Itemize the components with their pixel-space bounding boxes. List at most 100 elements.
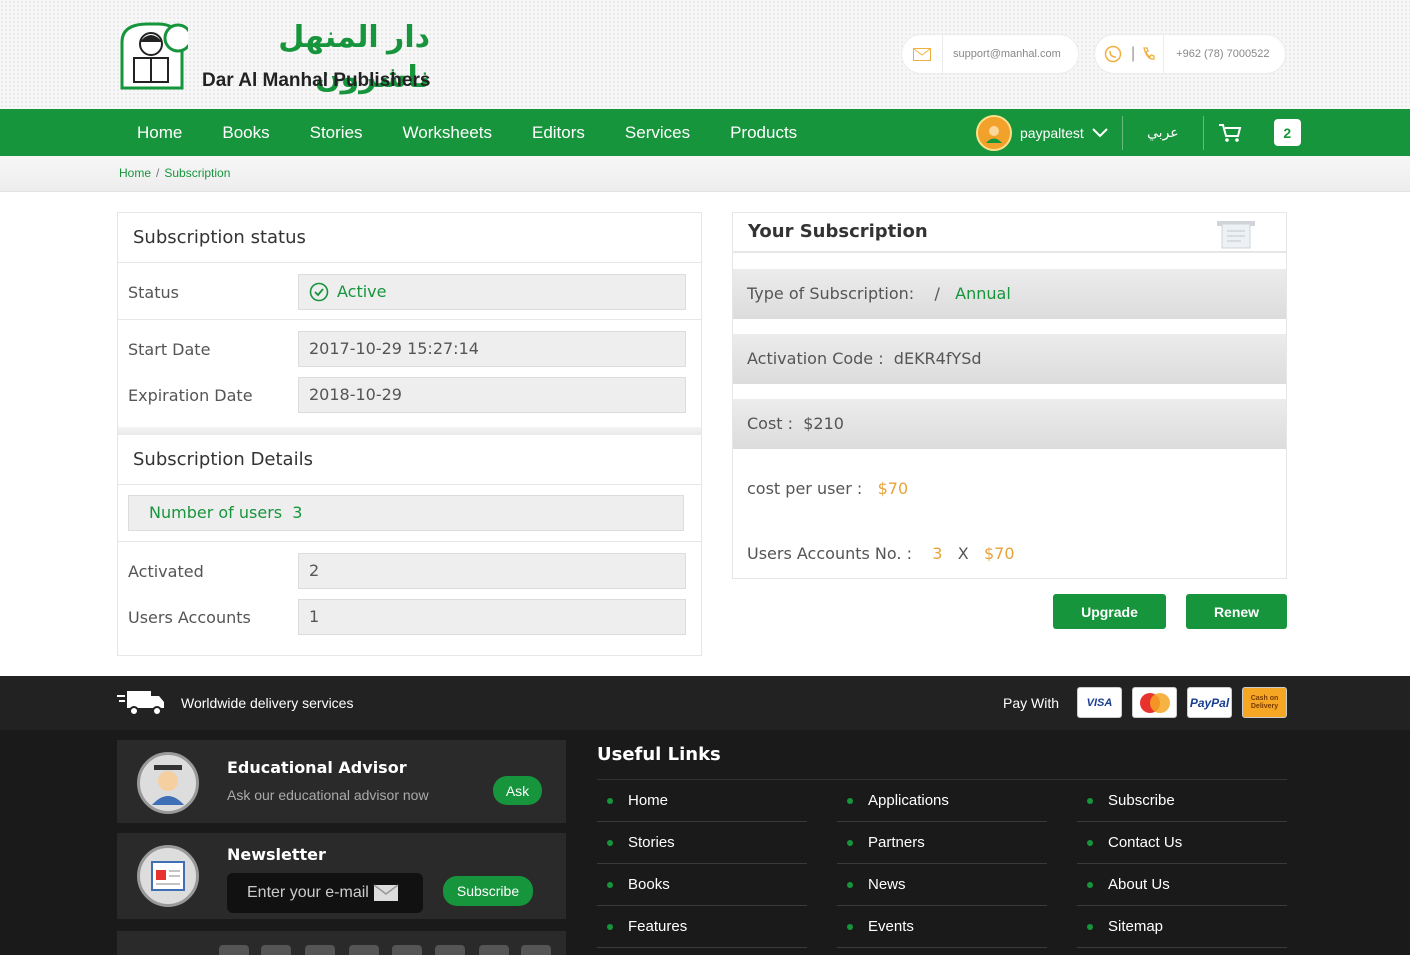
number-of-users-box: Number of users 3 <box>128 495 684 531</box>
footer-link-events[interactable]: Events <box>837 906 1047 948</box>
envelope-icon <box>373 884 399 901</box>
nav-home[interactable]: Home <box>117 109 202 156</box>
subscription-type-value: Annual <box>955 284 1011 303</box>
start-date-field: 2017-10-29 15:27:14 <box>298 331 686 367</box>
educational-advisor-title: Educational Advisor <box>227 758 407 777</box>
main-nav: Home Books Stories Worksheets Editors Se… <box>0 109 1410 156</box>
site-header: دار المنهل ناشرون Dar Al Manhal Publishe… <box>0 0 1410 109</box>
visa-card-icon: VISA <box>1077 687 1122 718</box>
footer-link-about-us[interactable]: About Us <box>1077 864 1287 906</box>
your-subscription-panel: Your Subscription Type of Subscription: … <box>732 212 1287 579</box>
delivery-text: Worldwide delivery services <box>181 695 354 711</box>
instagram-icon[interactable] <box>435 945 465 955</box>
pinterest-icon[interactable] <box>392 945 422 955</box>
breadcrumb-home[interactable]: Home <box>119 166 151 180</box>
nav-editors[interactable]: Editors <box>512 109 605 156</box>
footer-link-subscribe[interactable]: Subscribe <box>1077 780 1287 822</box>
user-accounts-count-row: Users Accounts No. : 3 X $70 <box>733 529 1286 579</box>
footer-link-home[interactable]: Home <box>597 780 807 822</box>
footer-strip: Worldwide delivery services Pay With VIS… <box>0 676 1410 730</box>
footer-link-applications[interactable]: Applications <box>837 780 1047 822</box>
cart-icon[interactable] <box>1204 123 1256 143</box>
user-accounts-count-label: Users Accounts No. : <box>747 544 912 563</box>
your-subscription-title: Your Subscription <box>748 221 928 242</box>
newspaper-icon <box>137 845 199 907</box>
activated-label: Activated <box>128 562 204 581</box>
linkedin-icon[interactable] <box>305 945 335 955</box>
whatsapp-icon[interactable] <box>1095 45 1131 63</box>
delivery-truck-icon <box>117 691 164 716</box>
check-circle-icon <box>309 282 329 302</box>
breadcrumb-current: Subscription <box>164 166 231 180</box>
pay-with-text: Pay With <box>1003 695 1060 711</box>
cart-count-badge[interactable]: 2 <box>1273 119 1301 146</box>
number-of-users-label: Number of users <box>149 503 283 522</box>
cost-per-user-value: $70 <box>877 479 909 498</box>
activated-field: 2 <box>298 553 686 589</box>
nav-services[interactable]: Services <box>605 109 710 156</box>
cost-value: $210 <box>803 414 844 433</box>
rss-icon[interactable] <box>521 945 551 955</box>
subscription-status-title: Subscription status <box>118 213 701 263</box>
educational-advisor-box: Educational Advisor Ask our educational … <box>117 740 566 823</box>
nav-worksheets[interactable]: Worksheets <box>383 109 512 156</box>
newsletter-box: Newsletter Enter your e-mail Subscribe <box>117 833 566 919</box>
footer-link-sitemap[interactable]: Sitemap <box>1077 906 1287 948</box>
facebook-icon[interactable] <box>219 945 249 955</box>
google-plus-icon[interactable] <box>349 945 379 955</box>
status-label: Status <box>128 283 179 302</box>
phone-text[interactable]: +962 (78) 7000522 <box>1176 48 1269 60</box>
section-divider <box>118 427 701 435</box>
avatar[interactable] <box>976 114 1012 151</box>
mastercard-icon <box>1132 687 1177 718</box>
newsletter-title: Newsletter <box>227 845 326 864</box>
cost-per-user-label: cost per user : <box>747 479 863 498</box>
expiration-date-label: Expiration Date <box>128 386 253 405</box>
footer-link-contact-us[interactable]: Contact Us <box>1077 822 1287 864</box>
footer-link-books[interactable]: Books <box>597 864 807 906</box>
footer-link-news[interactable]: News <box>837 864 1047 906</box>
footer-link-partners[interactable]: Partners <box>837 822 1047 864</box>
upgrade-button[interactable]: Upgrade <box>1053 594 1166 629</box>
language-switch[interactable]: عربي <box>1123 124 1203 141</box>
email-contact[interactable]: support@manhal.com <box>901 34 1079 74</box>
graduate-icon <box>137 752 199 814</box>
subscription-type-separator: / <box>934 284 940 303</box>
ask-button[interactable]: Ask <box>493 776 542 805</box>
nav-products[interactable]: Products <box>710 109 817 156</box>
cost-label: Cost : <box>747 414 794 433</box>
youtube-icon[interactable] <box>479 945 509 955</box>
email-text[interactable]: support@manhal.com <box>953 48 1061 60</box>
logo-english-text: Dar Al Manhal Publishers <box>202 70 431 91</box>
renew-button[interactable]: Renew <box>1186 594 1287 629</box>
reader-logo-icon <box>120 22 188 90</box>
user-name[interactable]: paypaltest <box>1020 125 1084 141</box>
phone-contact[interactable]: | +962 (78) 7000522 <box>1094 34 1286 74</box>
user-accounts-price: $70 <box>983 544 1015 563</box>
subscription-type-row: Type of Subscription: / Annual <box>733 269 1286 319</box>
user-accounts-count: 3 <box>932 544 943 563</box>
site-footer: Educational Advisor Ask our educational … <box>0 730 1410 955</box>
multiply-sign: X <box>957 544 969 563</box>
users-accounts-label: Users Accounts <box>128 608 251 627</box>
useful-links-title: Useful Links <box>597 744 721 765</box>
breadcrumb: Home / Subscription <box>0 156 1410 192</box>
nav-stories[interactable]: Stories <box>290 109 383 156</box>
nav-books[interactable]: Books <box>202 109 289 156</box>
footer-link-stories[interactable]: Stories <box>597 822 807 864</box>
activation-code-value: dEKR4fYSd <box>893 349 982 368</box>
expiration-date-field: 2018-10-29 <box>298 377 686 413</box>
footer-link-features[interactable]: Features <box>597 906 807 948</box>
start-date-label: Start Date <box>128 340 211 359</box>
nav-user-area: paypaltest عربي 2 <box>976 109 1301 156</box>
user-avatar-icon <box>986 125 1002 143</box>
activation-code-label: Activation Code : <box>747 349 884 368</box>
divider <box>942 34 943 74</box>
cash-on-delivery-icon: Cash on Delivery <box>1242 687 1287 718</box>
site-logo[interactable]: دار المنهل ناشرون Dar Al Manhal Publishe… <box>118 18 438 94</box>
chevron-down-icon[interactable] <box>1092 127 1108 138</box>
twitter-icon[interactable] <box>261 945 291 955</box>
newsletter-subscribe-button[interactable]: Subscribe <box>443 876 533 906</box>
newsletter-email-input[interactable]: Enter your e-mail <box>227 873 423 913</box>
subscription-details-title: Subscription Details <box>118 435 701 485</box>
